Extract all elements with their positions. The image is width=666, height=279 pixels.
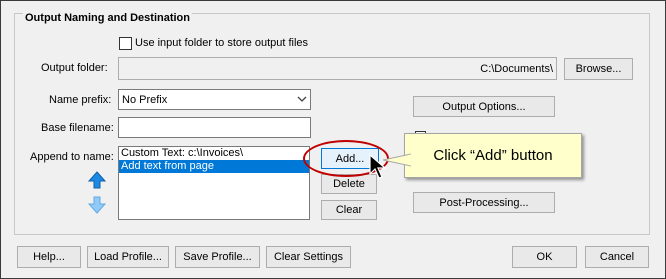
output-folder-field[interactable]: C:\Documents\	[118, 57, 557, 80]
save-profile-button[interactable]: Save Profile...	[175, 246, 260, 268]
list-item-selected[interactable]: Add text from page	[119, 160, 309, 173]
move-up-button[interactable]	[87, 170, 107, 192]
chevron-down-icon	[297, 94, 307, 106]
dialog-window: Output Naming and Destination Use input …	[0, 0, 666, 279]
help-button[interactable]: Help...	[17, 246, 81, 268]
clear-settings-button[interactable]: Clear Settings	[266, 246, 351, 268]
mouse-pointer-icon	[369, 153, 387, 183]
append-to-name-label: Append to name:	[30, 151, 114, 163]
cancel-button[interactable]: Cancel	[585, 246, 649, 268]
use-input-folder-checkbox[interactable]	[119, 37, 132, 50]
ok-button[interactable]: OK	[512, 246, 577, 268]
browse-button[interactable]: Browse...	[564, 58, 633, 80]
list-item[interactable]: Custom Text: c:\Invoices\	[119, 147, 309, 160]
group-title: Output Naming and Destination	[23, 12, 192, 24]
arrow-up-icon	[87, 170, 107, 192]
name-prefix-select[interactable]: No Prefix	[118, 89, 311, 110]
instruction-callout: Click “Add” button	[404, 133, 582, 178]
load-profile-button[interactable]: Load Profile...	[87, 246, 169, 268]
name-prefix-label: Name prefix:	[49, 94, 112, 106]
clear-button[interactable]: Clear	[321, 200, 377, 220]
base-filename-input[interactable]	[118, 117, 311, 138]
output-folder-value: C:\Documents\	[480, 62, 553, 75]
base-filename-label: Base filename:	[41, 122, 114, 134]
post-processing-button[interactable]: Post-Processing...	[413, 192, 555, 213]
append-to-name-list[interactable]: Custom Text: c:\Invoices\ Add text from …	[118, 146, 310, 220]
use-input-folder-label: Use input folder to store output files	[135, 37, 309, 49]
callout-pointer	[383, 153, 411, 167]
move-down-button[interactable]	[87, 196, 107, 216]
output-folder-label: Output folder:	[41, 62, 108, 74]
name-prefix-value: No Prefix	[122, 93, 168, 106]
output-options-button[interactable]: Output Options...	[413, 96, 555, 117]
callout-text: Click “Add” button	[433, 147, 553, 164]
arrow-down-icon	[87, 196, 107, 217]
